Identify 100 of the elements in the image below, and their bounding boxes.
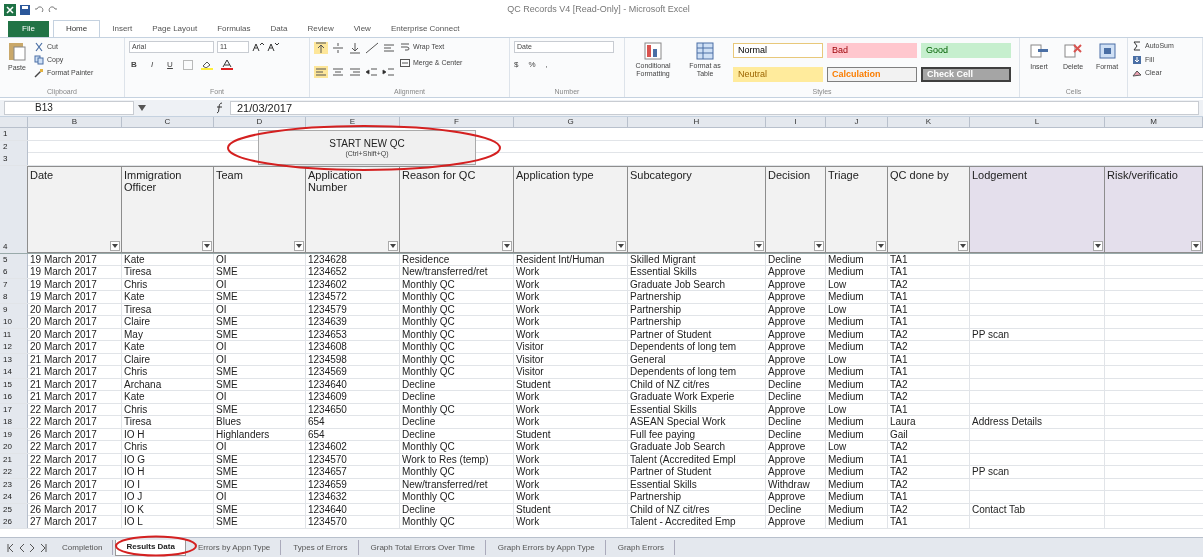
sheet-nav-button[interactable] <box>40 542 50 553</box>
table-cell: Approve <box>766 453 826 466</box>
ribbon-tab[interactable]: Enterprise Connect <box>382 21 468 37</box>
row-number[interactable]: 8 <box>0 291 28 303</box>
ribbon-tab[interactable]: Data <box>262 21 296 37</box>
table-cell: Child of NZ cit/res <box>628 503 766 516</box>
number-format-button[interactable]: % <box>528 59 536 71</box>
row-number[interactable]: 10 <box>0 316 28 328</box>
ribbon-tab[interactable]: Review <box>299 21 342 37</box>
number-format-button[interactable]: $ <box>514 59 519 71</box>
table-cell: OI <box>214 341 306 353</box>
sheet-tab[interactable]: Completion <box>52 540 114 555</box>
sheet-tab[interactable]: Graph Errors by Appn Type <box>487 540 606 555</box>
filter-button[interactable] <box>1191 240 1201 251</box>
ribbon-tab[interactable]: File <box>8 21 49 37</box>
table-cell: TA1 <box>888 516 970 528</box>
column-header[interactable]: L <box>970 117 1105 127</box>
column-header[interactable]: J <box>826 117 888 127</box>
table-cell: 1234602 <box>306 278 400 291</box>
grow-font-icon <box>252 42 264 52</box>
column-heading: Risk/verificatio <box>1106 167 1179 181</box>
row-number[interactable]: 3 <box>0 153 28 165</box>
table-cell: Approve <box>766 441 826 453</box>
row-number[interactable]: 20 <box>0 441 28 453</box>
ribbon-tab[interactable]: Formulas <box>209 21 259 37</box>
filter-button[interactable] <box>110 240 120 251</box>
cell-style[interactable]: Good <box>921 43 1011 58</box>
row-number[interactable]: 6 <box>0 266 28 278</box>
filter-button[interactable] <box>1093 240 1103 251</box>
table-cell: Approve <box>766 341 826 353</box>
cell-style[interactable]: Normal <box>733 43 823 58</box>
sheet-tab[interactable]: Errors by Appn Type <box>187 540 282 555</box>
caret-icon <box>204 243 210 248</box>
column-header[interactable]: G <box>514 117 628 127</box>
row-number[interactable]: 1 <box>0 128 28 140</box>
filter-button[interactable] <box>616 240 626 251</box>
ribbon-tab[interactable]: Home <box>52 20 101 37</box>
table-cell: SME <box>214 478 306 491</box>
table-cell: 1234632 <box>306 491 400 503</box>
format-button[interactable]: U <box>165 59 175 71</box>
filter-button[interactable] <box>958 240 968 251</box>
filter-button[interactable] <box>754 240 764 251</box>
dropdown-caret-icon <box>138 105 146 111</box>
row-number[interactable]: 24 <box>0 491 28 503</box>
clipboard-icon <box>8 41 26 61</box>
table-cell: Graduate Work Experie <box>628 391 766 403</box>
sheet-nav-button[interactable] <box>4 542 14 553</box>
table-cell: Chris <box>122 403 214 416</box>
formula-field[interactable]: 21/03/2017 <box>230 101 1199 115</box>
filter-button[interactable] <box>202 240 212 251</box>
sheet-tab[interactable]: Types of Errors <box>283 540 359 555</box>
column-header[interactable]: C <box>122 117 214 127</box>
ribbon-tab[interactable]: Page Layout <box>144 21 206 37</box>
row-number[interactable]: 16 <box>0 391 28 403</box>
align-right-icon <box>348 66 362 78</box>
column-heading: Immigration Officer <box>123 167 183 193</box>
name-box[interactable]: B13 <box>4 101 134 115</box>
row-number[interactable]: 4 <box>0 165 28 253</box>
filter-button[interactable] <box>502 240 512 251</box>
column-header[interactable]: I <box>766 117 826 127</box>
table-cell: Medium <box>826 491 888 503</box>
sheet-tab[interactable]: Results Data <box>115 539 186 556</box>
table-cell: 1234609 <box>306 391 400 403</box>
row-number[interactable]: 26 <box>0 516 28 528</box>
table-cell: Decline <box>766 391 826 403</box>
ribbon-tab[interactable]: View <box>345 21 379 37</box>
row-number[interactable]: 22 <box>0 466 28 478</box>
table-cell: General <box>628 353 766 366</box>
column-header[interactable]: D <box>214 117 306 127</box>
column-header[interactable]: K <box>888 117 970 127</box>
cell-style[interactable]: Bad <box>827 43 917 58</box>
align-center-icon <box>331 66 345 78</box>
filter-button[interactable] <box>388 240 398 251</box>
table-cell: SME <box>214 316 306 328</box>
table-cell: 27 March 2017 <box>28 516 122 528</box>
format-button[interactable]: B <box>129 59 139 71</box>
shrink-font-icon <box>267 42 279 52</box>
cell-style[interactable]: Neutral <box>733 66 823 82</box>
sheet-tab[interactable]: Graph Total Errors Over Time <box>360 540 486 555</box>
row-number[interactable]: 18 <box>0 416 28 428</box>
row-number[interactable]: 14 <box>0 366 28 378</box>
ribbon-tab[interactable]: Insert <box>104 21 141 37</box>
column-header[interactable]: H <box>628 117 766 127</box>
format-button[interactable]: I <box>147 59 157 71</box>
filter-button[interactable] <box>814 240 824 251</box>
column-header[interactable]: B <box>28 117 122 127</box>
number-format-button[interactable]: , <box>545 59 548 71</box>
column-header[interactable]: F <box>400 117 514 127</box>
table-cell: Work <box>514 466 628 478</box>
table-cell: Decline <box>400 391 514 403</box>
table-cell: Monthly QC <box>400 291 514 303</box>
filter-button[interactable] <box>294 240 304 251</box>
row-number[interactable]: 12 <box>0 341 28 353</box>
table-cell: Low <box>826 441 888 453</box>
sheet-tab[interactable]: Graph Errors <box>607 540 675 555</box>
table-cell: Full fee paying <box>628 428 766 441</box>
filter-button[interactable] <box>876 240 886 251</box>
column-header[interactable]: E <box>306 117 400 127</box>
column-header[interactable]: M <box>1105 117 1203 127</box>
wrap-text-icon <box>400 42 410 53</box>
